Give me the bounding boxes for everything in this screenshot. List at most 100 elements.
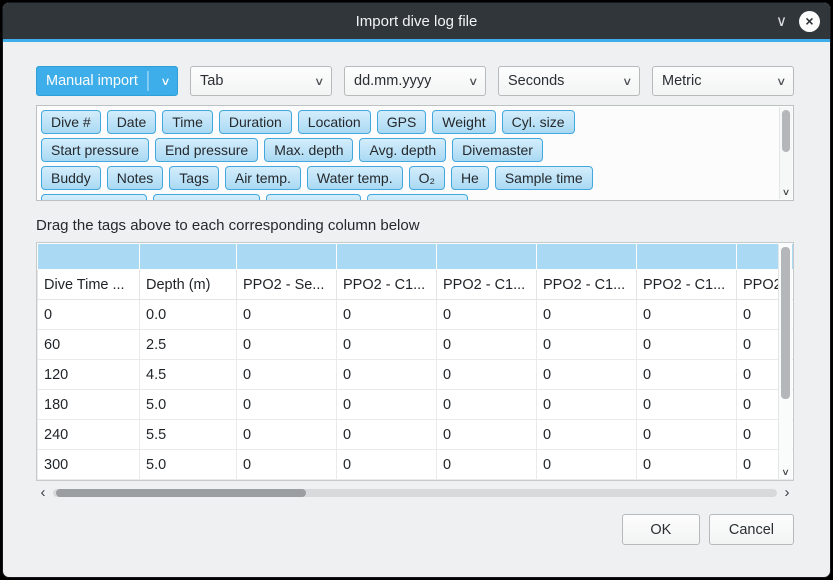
- table-cell: 120: [38, 360, 140, 390]
- tag-pill[interactable]: Notes: [107, 166, 164, 190]
- combo-field-separator[interactable]: Tab∨: [190, 66, 332, 96]
- combo-value: Seconds: [508, 73, 564, 89]
- tag-pill[interactable]: Time: [162, 110, 213, 134]
- tag-pill[interactable]: Sample time: [495, 166, 593, 190]
- table-cell: 0: [437, 390, 537, 420]
- tag-pill[interactable]: Dive #: [41, 110, 101, 134]
- tag-pill[interactable]: Sample pO₂: [266, 194, 361, 201]
- tag-pill[interactable]: Buddy: [41, 166, 101, 190]
- tag-row: Dive #DateTimeDurationLocationGPSWeight C…: [41, 110, 771, 134]
- preview-table: Dive Time ...Depth (m)PPO2 - Se...PPO2 -…: [37, 243, 794, 480]
- column-drop-target[interactable]: [38, 244, 140, 270]
- tag-row: BuddyNotesTagsAir temp.Water temp.O₂HeSa…: [41, 166, 771, 190]
- tag-pill[interactable]: End pressure: [155, 138, 258, 162]
- combo-import-mode[interactable]: Manual import ∨: [36, 66, 178, 96]
- tag-pill[interactable]: O₂: [409, 166, 445, 190]
- tag-panel-rows: Dive #DateTimeDurationLocationGPSWeight C…: [41, 110, 771, 201]
- tag-pill[interactable]: Location: [298, 110, 371, 134]
- table-cell: 5.0: [140, 450, 237, 480]
- column-header: Depth (m): [140, 270, 237, 300]
- table-cell: 0: [437, 360, 537, 390]
- table-cell: 0: [637, 390, 737, 420]
- table-cell: 5.5: [140, 420, 237, 450]
- scroll-left-icon[interactable]: ‹: [36, 484, 50, 501]
- ok-button[interactable]: OK: [622, 514, 700, 545]
- table-cell: 0: [237, 450, 337, 480]
- scrollbar-thumb[interactable]: [782, 110, 790, 152]
- titlebar[interactable]: Import dive log file ∨ ×: [3, 3, 830, 39]
- tag-pill[interactable]: Sample depth: [41, 194, 147, 201]
- column-header: PPO2 - C1...: [637, 270, 737, 300]
- table-row: 1204.5000000: [38, 360, 795, 390]
- combo-units[interactable]: Metric∨: [652, 66, 794, 96]
- tag-pill[interactable]: He: [451, 166, 489, 190]
- tag-pill[interactable]: Date: [107, 110, 157, 134]
- tag-pill[interactable]: GPS: [377, 110, 427, 134]
- column-drop-target[interactable]: [237, 244, 337, 270]
- column-drop-target[interactable]: [637, 244, 737, 270]
- column-header: PPO2 - C1...: [337, 270, 437, 300]
- table-cell: 0: [437, 420, 537, 450]
- tag-pill[interactable]: Sample temp.: [153, 194, 259, 201]
- table-cell: 0: [337, 420, 437, 450]
- shade-icon[interactable]: ∨: [776, 14, 787, 29]
- tag-row: Start pressureEnd pressureMax. depthAvg.…: [41, 138, 771, 162]
- tag-pill[interactable]: Avg. depth: [359, 138, 446, 162]
- column-drop-target[interactable]: [437, 244, 537, 270]
- table-cell: 0: [237, 300, 337, 330]
- combo-duration-format[interactable]: Seconds∨: [498, 66, 640, 96]
- combo-value: dd.mm.yyyy: [354, 73, 431, 89]
- table-cell: 180: [38, 390, 140, 420]
- column-header: PPO2 - C1...: [437, 270, 537, 300]
- table-cell: 0: [337, 360, 437, 390]
- button-row: OK Cancel: [36, 514, 794, 545]
- tag-pill[interactable]: Sample CNS: [367, 194, 468, 201]
- close-icon[interactable]: ×: [799, 11, 820, 32]
- tag-pill[interactable]: Divemaster: [452, 138, 543, 162]
- window-title: Import dive log file: [356, 13, 478, 30]
- table-cell: 0: [337, 330, 437, 360]
- table-scrollbar-vertical[interactable]: ∨: [778, 244, 792, 479]
- table-cell: 0: [437, 450, 537, 480]
- scroll-right-icon[interactable]: ›: [780, 484, 794, 501]
- table-cell: 5.0: [140, 390, 237, 420]
- combo-row: Manual import∨Tab∨dd.mm.yyyy∨Seconds∨Met…: [36, 66, 794, 96]
- tag-pill[interactable]: Cyl. size: [502, 110, 575, 134]
- table-cell: 0: [337, 300, 437, 330]
- tag-pill[interactable]: Weight: [432, 110, 495, 134]
- tag-pill[interactable]: Max. depth: [264, 138, 353, 162]
- scroll-down-icon[interactable]: ∨: [777, 467, 794, 478]
- header-row: Dive Time ...Depth (m)PPO2 - Se...PPO2 -…: [38, 270, 795, 300]
- chevron-down-icon: ∨: [766, 75, 787, 88]
- table-cell: 0: [237, 330, 337, 360]
- scrollbar-thumb[interactable]: [56, 489, 306, 497]
- chevron-down-icon: ∨: [304, 75, 325, 88]
- table-cell: 0: [337, 450, 437, 480]
- scroll-down-icon[interactable]: ∨: [778, 187, 794, 198]
- combo-value: Manual import: [46, 73, 138, 89]
- column-drop-target[interactable]: [140, 244, 237, 270]
- tag-pill[interactable]: Tags: [169, 166, 219, 190]
- scrollbar-thumb[interactable]: [781, 247, 790, 399]
- column-drop-target[interactable]: [337, 244, 437, 270]
- tag-pill[interactable]: Air temp.: [225, 166, 301, 190]
- tag-pill[interactable]: Water temp.: [307, 166, 403, 190]
- chevron-down-icon: ∨: [147, 71, 170, 91]
- table-row: 1805.0000000: [38, 390, 795, 420]
- table-cell: 0: [237, 390, 337, 420]
- table-cell: 0: [237, 360, 337, 390]
- table-cell: 240: [38, 420, 140, 450]
- tag-pill[interactable]: Duration: [219, 110, 292, 134]
- table-row: 00.0000000: [38, 300, 795, 330]
- tag-panel-scrollbar[interactable]: ∨: [779, 107, 792, 199]
- table-cell: 4.5: [140, 360, 237, 390]
- column-drop-target[interactable]: [537, 244, 637, 270]
- dialog-content: Manual import∨Tab∨dd.mm.yyyy∨Seconds∨Met…: [3, 42, 830, 577]
- column-header: PPO2 - Se...: [237, 270, 337, 300]
- table-scrollbar-horizontal[interactable]: ‹ ›: [36, 484, 794, 501]
- combo-date-format[interactable]: dd.mm.yyyy∨: [344, 66, 486, 96]
- tag-pill[interactable]: Start pressure: [41, 138, 149, 162]
- table-cell: 0: [537, 300, 637, 330]
- cancel-button[interactable]: Cancel: [709, 514, 794, 545]
- table-row: 3005.0000000: [38, 450, 795, 480]
